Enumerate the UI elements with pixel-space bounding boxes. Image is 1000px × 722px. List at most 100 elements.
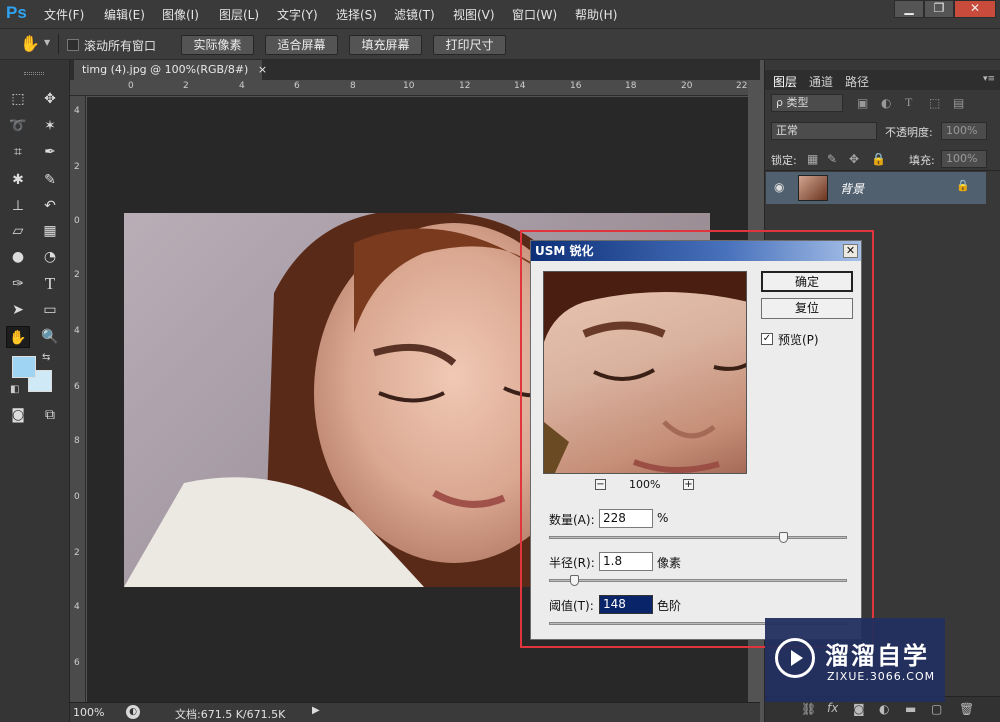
delete-layer-icon[interactable]: 🗑 bbox=[959, 702, 974, 716]
filter-adjust-icon[interactable]: ◐ bbox=[881, 96, 891, 110]
toolbox-grip[interactable] bbox=[24, 72, 44, 75]
minimize-button[interactable]: ▁ bbox=[894, 0, 924, 18]
new-layer-icon[interactable]: ▢ bbox=[931, 702, 942, 716]
menu-window[interactable]: 窗口(W) bbox=[512, 6, 557, 23]
blend-mode-select[interactable]: 正常 bbox=[771, 122, 877, 140]
lock-all-icon[interactable]: 🔒 bbox=[871, 152, 886, 166]
lock-transparent-icon[interactable]: ▦ bbox=[807, 152, 818, 166]
hand-tool-icon[interactable]: ✋ bbox=[6, 326, 30, 348]
tab-layers[interactable]: 图层 bbox=[773, 73, 797, 90]
radius-slider-thumb[interactable] bbox=[570, 575, 579, 586]
fit-screen-button[interactable]: 适合屏幕 bbox=[265, 35, 338, 55]
radius-input[interactable]: 1.8 bbox=[599, 552, 653, 571]
ok-button[interactable]: 确定 bbox=[761, 271, 853, 292]
fx-icon[interactable]: fx bbox=[827, 701, 838, 715]
menu-select[interactable]: 选择(S) bbox=[336, 6, 377, 23]
swap-colors-icon[interactable]: ⇆ bbox=[42, 352, 50, 363]
path-select-icon[interactable]: ➤ bbox=[6, 299, 30, 321]
add-mask-icon[interactable]: ◙ bbox=[853, 702, 865, 716]
scroll-all-checkbox[interactable] bbox=[67, 39, 79, 51]
gradient-icon[interactable]: ▦ bbox=[38, 220, 62, 242]
amount-slider-thumb[interactable] bbox=[779, 532, 788, 543]
tab-paths[interactable]: 路径 bbox=[845, 73, 869, 90]
close-tab-icon[interactable]: × bbox=[258, 63, 267, 76]
default-colors-icon[interactable]: ◧ bbox=[10, 384, 19, 395]
menu-file[interactable]: 文件(F) bbox=[44, 6, 84, 23]
tab-channels[interactable]: 通道 bbox=[809, 73, 833, 90]
healing-icon[interactable]: ✱ bbox=[6, 169, 30, 191]
adjustment-layer-icon[interactable]: ◐ bbox=[879, 702, 889, 716]
status-menu-arrow-icon[interactable]: ▶ bbox=[312, 705, 320, 716]
panel-menu-icon[interactable]: ▾≡ bbox=[983, 74, 995, 84]
foreground-color-swatch[interactable] bbox=[12, 356, 36, 378]
watermark-url: ZIXUE.3066.COM bbox=[827, 670, 936, 683]
threshold-input[interactable]: 148 bbox=[599, 595, 653, 614]
layer-filter-select[interactable]: ρ 类型 bbox=[771, 94, 843, 112]
magic-wand-icon[interactable]: ✶ bbox=[38, 115, 62, 137]
reset-button[interactable]: 复位 bbox=[761, 298, 853, 319]
dialog-title[interactable]: USM 锐化 ✕ bbox=[531, 241, 861, 261]
screen-mode-icon[interactable]: ⧉ bbox=[38, 404, 62, 426]
close-window-button[interactable]: ✕ bbox=[954, 0, 996, 18]
restore-button[interactable]: ❐ bbox=[924, 0, 954, 18]
fill-screen-button[interactable]: 填充屏幕 bbox=[349, 35, 422, 55]
filter-preview[interactable] bbox=[543, 271, 747, 474]
ruler-tick: 4 bbox=[239, 81, 245, 91]
document-tab[interactable]: timg (4).jpg @ 100%(RGB/8#) × bbox=[74, 60, 267, 80]
filter-shape-icon[interactable]: ⬚ bbox=[929, 96, 940, 110]
zoom-icon[interactable]: 🔍 bbox=[38, 326, 62, 348]
zoom-out-button[interactable]: − bbox=[595, 479, 606, 490]
dialog-close-button[interactable]: ✕ bbox=[843, 244, 858, 258]
menu-image[interactable]: 图像(I) bbox=[162, 6, 199, 23]
chevron-down-icon[interactable]: ▼ bbox=[44, 38, 50, 47]
pen-icon[interactable]: ✑ bbox=[6, 273, 30, 295]
layer-row[interactable]: ◉ 背景 🔒 bbox=[766, 172, 986, 204]
stamp-icon[interactable]: ⊥ bbox=[6, 195, 30, 217]
actual-pixels-button[interactable]: 实际像素 bbox=[181, 35, 254, 55]
layer-name[interactable]: 背景 bbox=[840, 180, 864, 197]
fill-input[interactable]: 100% bbox=[941, 150, 987, 168]
menu-edit[interactable]: 编辑(E) bbox=[104, 6, 145, 23]
menu-view[interactable]: 视图(V) bbox=[453, 6, 495, 23]
brush-icon[interactable]: ✎ bbox=[38, 169, 62, 191]
eye-icon[interactable]: ◉ bbox=[774, 180, 784, 194]
zoom-level[interactable]: 100% bbox=[73, 706, 104, 719]
link-layers-icon[interactable]: ⛓ bbox=[801, 702, 816, 716]
menu-filter[interactable]: 滤镜(T) bbox=[394, 6, 435, 23]
lock-paint-icon[interactable]: ✎ bbox=[827, 152, 837, 166]
shape-icon[interactable]: ▭ bbox=[38, 299, 62, 321]
quick-mask-icon[interactable]: ◙ bbox=[6, 404, 30, 426]
menu-type[interactable]: 文字(Y) bbox=[277, 6, 318, 23]
blur-icon[interactable]: ● bbox=[6, 246, 30, 268]
amount-input[interactable]: 228 bbox=[599, 509, 653, 528]
filter-type-icon[interactable]: T bbox=[905, 95, 912, 110]
print-size-button[interactable]: 打印尺寸 bbox=[433, 35, 506, 55]
amount-slider[interactable] bbox=[549, 532, 847, 543]
hand-icon[interactable]: ✋ bbox=[20, 34, 40, 53]
type-icon[interactable]: T bbox=[38, 273, 62, 295]
fill-label: 填充: bbox=[909, 154, 935, 167]
dodge-icon[interactable]: ◔ bbox=[38, 246, 62, 268]
ruler-tick: 2 bbox=[183, 81, 189, 91]
play-logo-icon bbox=[775, 638, 815, 678]
eraser-icon[interactable]: ▱ bbox=[6, 220, 30, 242]
lock-position-icon[interactable]: ✥ bbox=[849, 152, 859, 166]
ruler-tick: 4 bbox=[74, 326, 80, 336]
lasso-icon[interactable]: ➰ bbox=[6, 115, 30, 137]
zoom-in-button[interactable]: + bbox=[683, 479, 694, 490]
menu-help[interactable]: 帮助(H) bbox=[575, 6, 617, 23]
scroll-all-label: 滚动所有窗口 bbox=[84, 39, 157, 53]
marquee-icon[interactable]: ⬚ bbox=[6, 88, 30, 110]
history-brush-icon[interactable]: ↶ bbox=[38, 195, 62, 217]
filter-pixel-icon[interactable]: ▣ bbox=[857, 96, 868, 110]
filter-smart-icon[interactable]: ▤ bbox=[953, 96, 964, 110]
radius-slider[interactable] bbox=[549, 575, 847, 586]
crop-icon[interactable]: ⌗ bbox=[6, 141, 30, 163]
move-icon[interactable]: ✥ bbox=[38, 88, 62, 110]
preview-checkbox[interactable]: ✓ bbox=[761, 333, 773, 345]
eyedropper-icon[interactable]: ✒ bbox=[38, 141, 62, 163]
menu-layer[interactable]: 图层(L) bbox=[219, 6, 259, 23]
opacity-input[interactable]: 100% bbox=[941, 122, 987, 140]
new-group-icon[interactable]: ▬ bbox=[905, 702, 916, 716]
status-info-icon[interactable]: ◐ bbox=[126, 705, 140, 719]
